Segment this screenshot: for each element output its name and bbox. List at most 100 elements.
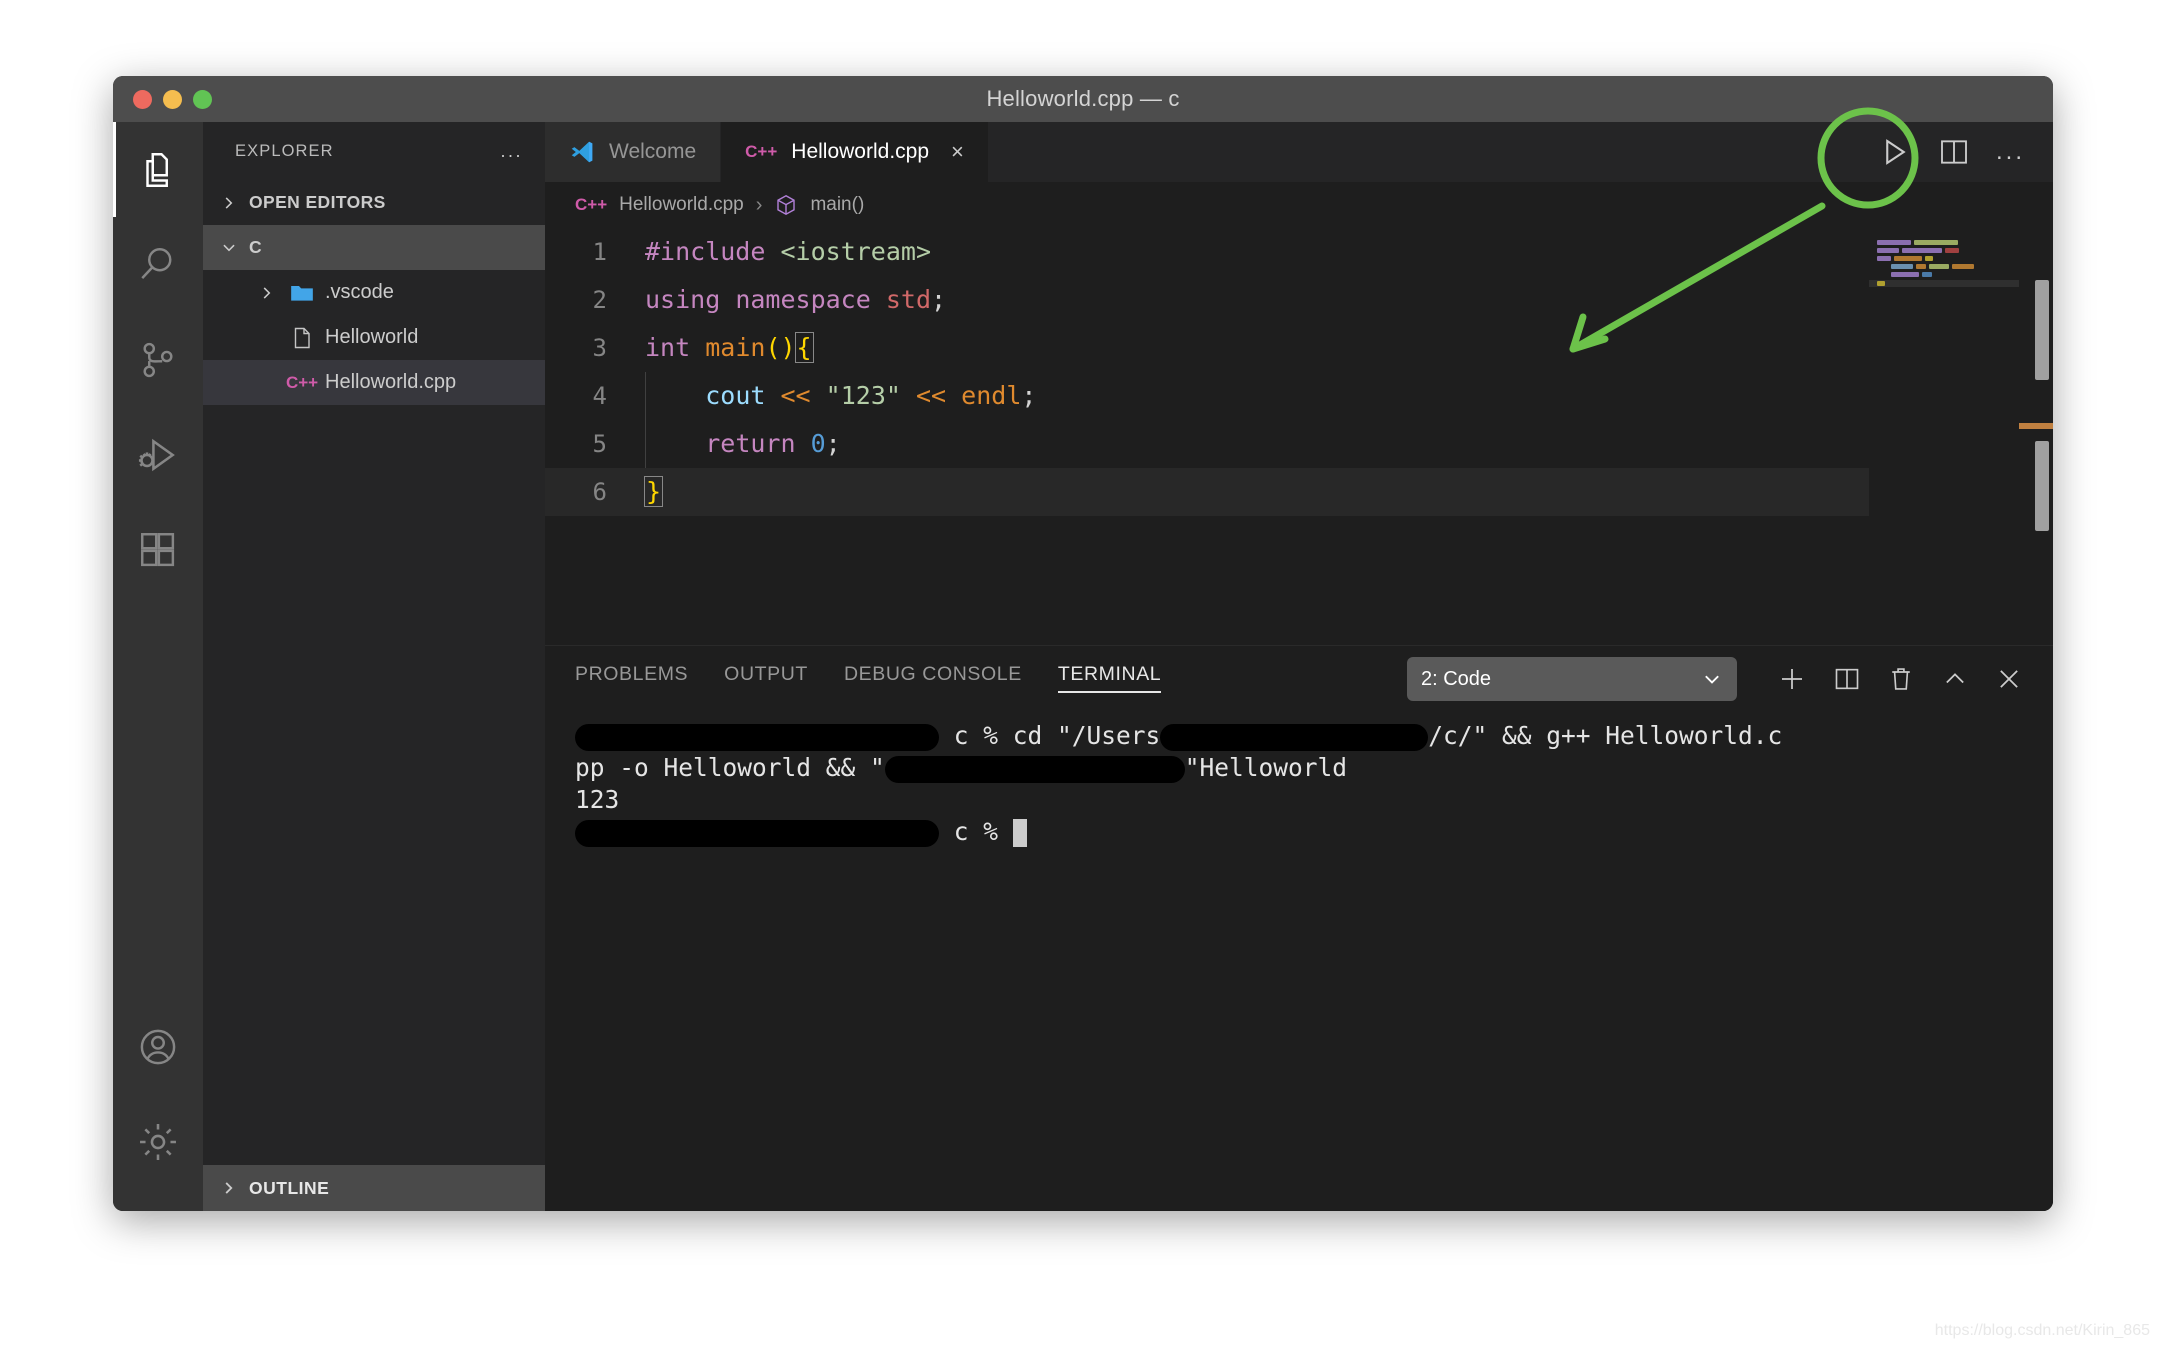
vscode-logo-icon — [569, 139, 595, 165]
vscode-window: Helloworld.cpp — c — [113, 76, 2053, 1211]
activity-item-run-and-debug[interactable] — [113, 407, 203, 502]
code-line: 4 cout << "123" << endl; — [545, 372, 2053, 420]
code-token: ; — [1021, 381, 1036, 410]
extensions-icon — [137, 529, 179, 571]
symbol-icon — [774, 193, 798, 217]
minimap[interactable] — [1869, 228, 2019, 645]
code-token: ; — [826, 429, 841, 458]
editor-scrollbar[interactable] — [2019, 228, 2053, 645]
sidebar-section-outline[interactable]: OUTLINE — [203, 1165, 545, 1211]
panel-tab-terminal[interactable]: TERMINAL — [1058, 665, 1161, 693]
terminal-line-1b: /c/" && g++ Helloworld.c — [1428, 721, 1782, 750]
code-editor[interactable]: 1#include <iostream>2using namespace std… — [545, 228, 2053, 645]
scrollbar-thumb-upper[interactable] — [2035, 280, 2049, 380]
code-token: int — [645, 333, 690, 362]
new-terminal-button[interactable] — [1777, 664, 1807, 694]
breadcrumb-symbol[interactable]: main() — [810, 194, 864, 216]
chevron-down-icon — [217, 239, 241, 257]
close-icon[interactable]: × — [951, 139, 964, 165]
code-lines: 1#include <iostream>2using namespace std… — [545, 228, 2053, 516]
terminal-output[interactable]: c % cd "/Users/c/" && g++ Helloworld.c p… — [545, 712, 2053, 1211]
terminal-selector-dropdown[interactable]: 2: Code — [1407, 657, 1737, 701]
sidebar-section-folder-c[interactable]: C — [203, 225, 545, 270]
indent-guide — [645, 420, 646, 468]
chevron-down-icon — [1701, 668, 1723, 690]
breadcrumb-file[interactable]: Helloworld.cpp — [619, 194, 744, 216]
cpp-icon: C++ — [575, 195, 607, 215]
close-window-button[interactable] — [133, 90, 152, 109]
redacted-block — [575, 820, 939, 847]
tab-welcome[interactable]: Welcome — [545, 122, 721, 182]
outline-label: OUTLINE — [249, 1178, 329, 1199]
code-token: namespace — [735, 285, 870, 314]
code-token: main — [705, 333, 765, 362]
activity-item-manage[interactable] — [113, 1094, 203, 1189]
files-icon — [137, 149, 179, 191]
panel-tab-debug-console[interactable]: DEBUG CONSOLE — [844, 665, 1022, 693]
editor-toolbar: ... — [1876, 122, 2053, 182]
breadcrumb-separator: › — [756, 194, 763, 217]
code-token: cout — [705, 381, 765, 410]
panel-tab-problems[interactable]: PROBLEMS — [575, 665, 688, 693]
code-token: endl — [961, 381, 1021, 410]
code-token — [765, 381, 780, 410]
tree-item-helloworld[interactable]: Helloworld — [203, 315, 545, 360]
kill-terminal-button[interactable] — [1887, 665, 1915, 693]
code-token: <iostream> — [780, 237, 931, 266]
tree-item-helloworld-cpp[interactable]: C++ Helloworld.cpp — [203, 360, 545, 405]
activity-item-explorer[interactable] — [113, 122, 203, 217]
sidebar-section-open-editors[interactable]: OPEN EDITORS — [203, 180, 545, 225]
cpp-icon: C++ — [287, 373, 317, 393]
minimize-window-button[interactable] — [163, 90, 182, 109]
sidebar-more-actions-icon[interactable]: ... — [500, 141, 523, 162]
activity-item-search[interactable] — [113, 217, 203, 312]
activity-item-accounts[interactable] — [113, 999, 203, 1094]
breadcrumb: C++ Helloworld.cpp › main() — [545, 182, 2053, 228]
zoom-window-button[interactable] — [193, 90, 212, 109]
split-editor-button[interactable] — [1938, 136, 1970, 168]
activity-item-extensions[interactable] — [113, 502, 203, 597]
code-token — [645, 429, 705, 458]
maximize-panel-button[interactable] — [1941, 665, 1969, 693]
terminal-prompt: c % — [939, 817, 1013, 846]
panel-tab-output[interactable]: OUTPUT — [724, 665, 808, 693]
activity-item-source-control[interactable] — [113, 312, 203, 407]
code-token — [871, 285, 886, 314]
code-token — [690, 333, 705, 362]
code-token — [946, 381, 961, 410]
code-token: { — [796, 333, 813, 362]
gear-icon — [136, 1120, 180, 1164]
redacted-block — [1160, 724, 1428, 751]
run-code-button[interactable] — [1876, 134, 1912, 170]
code-line: 2using namespace std; — [545, 276, 2053, 324]
split-terminal-button[interactable] — [1833, 665, 1861, 693]
tree-item-vscode[interactable]: .vscode — [203, 270, 545, 315]
file-icon — [287, 325, 317, 351]
code-token — [720, 285, 735, 314]
tab-label: Helloworld.cpp — [791, 140, 929, 164]
editor-more-actions-icon[interactable]: ... — [1996, 138, 2025, 166]
panel-actions: 2: Code — [1407, 657, 2053, 701]
terminal-cursor — [1013, 819, 1027, 847]
account-icon — [137, 1026, 179, 1068]
source-control-icon — [137, 339, 179, 381]
tree-item-label: .vscode — [325, 281, 394, 304]
redacted-block — [575, 724, 939, 751]
chevron-right-icon — [217, 1179, 241, 1197]
code-line: 6} — [545, 468, 2053, 516]
code-token: } — [645, 477, 662, 506]
chevron-right-icon — [255, 284, 279, 302]
line-number: 6 — [545, 468, 645, 516]
tab-helloworld-cpp[interactable]: C++ Helloworld.cpp × — [721, 122, 989, 182]
code-token: return — [705, 429, 795, 458]
code-token: 0 — [811, 429, 826, 458]
panel-tabs: PROBLEMS OUTPUT DEBUG CONSOLE TERMINAL 2… — [545, 646, 2053, 712]
line-number: 3 — [545, 324, 645, 372]
terminal-line-2b: "Helloworld — [1185, 753, 1347, 782]
sidebar-section-label: OPEN EDITORS — [249, 192, 386, 213]
scrollbar-thumb-lower[interactable] — [2035, 441, 2049, 531]
scrollbar-change-marker — [2019, 423, 2053, 429]
close-panel-button[interactable] — [1995, 665, 2023, 693]
code-token: std — [886, 285, 931, 314]
indent-guide — [645, 372, 646, 420]
